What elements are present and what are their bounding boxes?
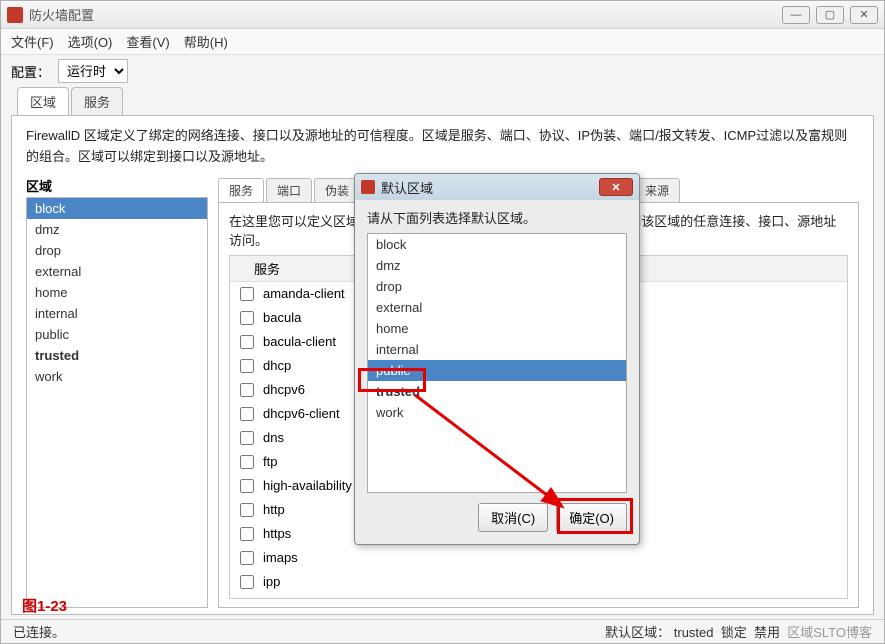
zone-item-block[interactable]: block — [27, 198, 207, 219]
service-label: bacula-client — [263, 334, 336, 349]
service-label: high-availability — [263, 478, 352, 493]
zone-item-internal[interactable]: internal — [27, 303, 207, 324]
dialog-zone-item-work[interactable]: work — [368, 402, 626, 423]
config-select[interactable]: 运行时 — [58, 59, 128, 83]
service-label: dhcpv6 — [263, 382, 305, 397]
service-label: ipp — [263, 574, 280, 589]
service-checkbox-dhcpv6[interactable] — [240, 383, 254, 397]
window-title: 防火墙配置 — [29, 5, 782, 24]
tab-zones[interactable]: 区域 — [17, 87, 69, 115]
service-row-ipp[interactable]: ipp — [230, 570, 847, 594]
service-checkbox-high-availability[interactable] — [240, 479, 254, 493]
status-bar: 已连接。 默认区域： trusted 锁定 禁用 区域SLTO博客 — [1, 619, 884, 643]
zone-item-work[interactable]: work — [27, 366, 207, 387]
service-checkbox-bacula[interactable] — [240, 311, 254, 325]
service-checkbox-ftp[interactable] — [240, 455, 254, 469]
dialog-cancel-button[interactable]: 取消(C) — [478, 503, 548, 532]
service-label: dhcp — [263, 358, 291, 373]
figure-label: 图1-23 — [22, 595, 67, 616]
service-row-ipp-client[interactable]: ipp-client — [230, 594, 847, 599]
service-label: dhcpv6-client — [263, 406, 340, 421]
title-bar: 防火墙配置 — ▢ ✕ — [1, 1, 884, 29]
zone-item-home[interactable]: home — [27, 282, 207, 303]
service-label: https — [263, 526, 291, 541]
zone-item-drop[interactable]: drop — [27, 240, 207, 261]
menu-view[interactable]: 查看(V) — [126, 32, 169, 51]
config-row: 配置： 运行时 — [1, 55, 884, 87]
zone-item-dmz[interactable]: dmz — [27, 219, 207, 240]
zone-item-public[interactable]: public — [27, 324, 207, 345]
dialog-close-button[interactable]: ✕ — [599, 178, 633, 196]
app-icon — [7, 7, 23, 23]
config-label: 配置： — [11, 62, 50, 81]
dialog-zone-list[interactable]: blockdmzdropexternalhomeinternalpublictr… — [367, 233, 627, 493]
service-label: amanda-client — [263, 286, 345, 301]
sub-tab-ports[interactable]: 端口 — [266, 178, 312, 202]
service-label: imaps — [263, 550, 298, 565]
zone-description: FirewallD 区域定义了绑定的网络连接、接口以及源地址的可信程度。区域是服… — [26, 126, 859, 168]
dialog-ok-button[interactable]: 确定(O) — [556, 503, 627, 532]
service-checkbox-dhcpv6-client[interactable] — [240, 407, 254, 421]
service-checkbox-http[interactable] — [240, 503, 254, 517]
dialog-zone-item-external[interactable]: external — [368, 297, 626, 318]
sub-tab-services[interactable]: 服务 — [218, 178, 264, 202]
sub-tab-source[interactable]: 来源 — [634, 178, 680, 202]
service-checkbox-dhcp[interactable] — [240, 359, 254, 373]
minimize-button[interactable]: — — [782, 6, 810, 24]
service-checkbox-https[interactable] — [240, 527, 254, 541]
menu-file[interactable]: 文件(F) — [11, 32, 54, 51]
status-default-zone: 默认区域： trusted 锁定 禁用 区域SLTO博客 — [605, 622, 872, 641]
service-checkbox-dns[interactable] — [240, 431, 254, 445]
service-checkbox-bacula-client[interactable] — [240, 335, 254, 349]
service-label: ipp-client — [263, 598, 315, 599]
menu-help[interactable]: 帮助(H) — [184, 32, 228, 51]
menu-bar: 文件(F) 选项(O) 查看(V) 帮助(H) — [1, 29, 884, 55]
service-label: dns — [263, 430, 284, 445]
status-connected: 已连接。 — [13, 622, 65, 641]
zone-item-trusted[interactable]: trusted — [27, 345, 207, 366]
dialog-zone-item-trusted[interactable]: trusted — [368, 381, 626, 402]
main-tab-strip: 区域 服务 — [17, 87, 874, 115]
dialog-title: 默认区域 — [381, 178, 599, 197]
dialog-app-icon — [361, 180, 375, 194]
service-checkbox-imaps[interactable] — [240, 551, 254, 565]
service-checkbox-amanda-client[interactable] — [240, 287, 254, 301]
service-row-imaps[interactable]: imaps — [230, 546, 847, 570]
dialog-zone-item-home[interactable]: home — [368, 318, 626, 339]
dialog-title-bar: 默认区域 ✕ — [355, 174, 639, 200]
menu-options[interactable]: 选项(O) — [68, 32, 113, 51]
service-label: ftp — [263, 454, 277, 469]
dialog-zone-item-block[interactable]: block — [368, 234, 626, 255]
dialog-zone-item-internal[interactable]: internal — [368, 339, 626, 360]
zone-listbox[interactable]: blockdmzdropexternalhomeinternalpublictr… — [26, 197, 208, 608]
dialog-zone-item-drop[interactable]: drop — [368, 276, 626, 297]
dialog-zone-item-dmz[interactable]: dmz — [368, 255, 626, 276]
zone-item-external[interactable]: external — [27, 261, 207, 282]
zone-list-header: 区域 — [26, 176, 208, 195]
dialog-prompt: 请从下面列表选择默认区域。 — [367, 208, 627, 227]
tab-services[interactable]: 服务 — [71, 87, 123, 115]
dialog-zone-item-public[interactable]: public — [368, 360, 626, 381]
default-zone-dialog: 默认区域 ✕ 请从下面列表选择默认区域。 blockdmzdropexterna… — [354, 173, 640, 545]
service-checkbox-ipp[interactable] — [240, 575, 254, 589]
close-button[interactable]: ✕ — [850, 6, 878, 24]
maximize-button[interactable]: ▢ — [816, 6, 844, 24]
service-label: bacula — [263, 310, 301, 325]
service-label: http — [263, 502, 285, 517]
